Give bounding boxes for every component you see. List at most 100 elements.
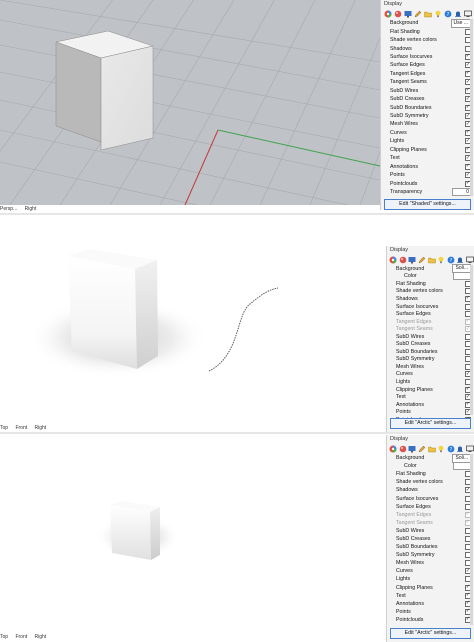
display-option-row: Shade vertex colors bbox=[390, 36, 474, 44]
arctic-viewport-small[interactable] bbox=[0, 435, 386, 633]
display-option-row: Flat Shading bbox=[390, 27, 474, 35]
monitor-icon[interactable] bbox=[465, 444, 474, 453]
edit-display-mode-button[interactable]: Edit "Shaded" settings... bbox=[384, 199, 471, 210]
color-swatch[interactable] bbox=[453, 462, 471, 471]
option-label: Shadows bbox=[390, 45, 412, 52]
display-option-row: Surface Edges bbox=[396, 503, 474, 511]
display-option-row: Surface Edges ✓ bbox=[390, 61, 474, 69]
edit-display-mode-button[interactable]: Edit "Arctic" settings... bbox=[390, 418, 471, 429]
display-option-row: Flat Shading bbox=[396, 470, 474, 478]
option-label: Clipping Planes bbox=[390, 146, 427, 153]
option-label: Transparency bbox=[390, 188, 423, 195]
tab-top[interactable]: Top bbox=[0, 425, 8, 431]
background-select[interactable]: Use ... bbox=[450, 18, 471, 28]
tab-top[interactable]: Top bbox=[0, 634, 8, 640]
tab-front[interactable]: Front bbox=[15, 425, 27, 431]
display-icon[interactable] bbox=[408, 444, 417, 453]
arctic-scene bbox=[28, 249, 279, 378]
edit-icon[interactable] bbox=[418, 255, 427, 264]
viewport-tabs: Top Front Right bbox=[0, 634, 52, 640]
option-label: Tangent Edges bbox=[390, 70, 426, 77]
material-icon[interactable] bbox=[399, 255, 408, 264]
display-panel: Display? Background Use ... Flat Shading Sha… bbox=[380, 0, 474, 210]
option-label: SubD Boundaries bbox=[396, 348, 438, 355]
display-options-list: Background Soli... Color Flat Shading Shade … bbox=[387, 453, 474, 624]
tab-right[interactable]: Right bbox=[35, 425, 47, 431]
edit-icon[interactable] bbox=[418, 444, 427, 453]
option-label: Mesh Wires bbox=[390, 121, 418, 128]
tab-front[interactable]: Front bbox=[15, 634, 27, 640]
bulb-icon[interactable] bbox=[437, 444, 446, 453]
arctic-box-object[interactable] bbox=[68, 249, 158, 369]
display-option-row: Points ✓ bbox=[396, 608, 474, 616]
arctic-viewport[interactable] bbox=[0, 246, 386, 424]
option-label: Background bbox=[396, 455, 425, 462]
bulb-icon[interactable] bbox=[437, 255, 446, 264]
display-option-row: SubD Symmetry ✓ bbox=[390, 112, 474, 120]
display-option-row: Background Soli... bbox=[396, 453, 474, 463]
arctic-small-box-object[interactable] bbox=[110, 501, 160, 560]
bell-icon[interactable] bbox=[456, 444, 465, 453]
display-option-row: SubD Symmetry bbox=[396, 551, 474, 559]
panel-scrollbar[interactable] bbox=[470, 19, 473, 196]
display-icon[interactable] bbox=[403, 9, 412, 18]
help-icon[interactable]: ? bbox=[446, 444, 455, 453]
option-label: Shade vertex colors bbox=[396, 479, 443, 486]
box-object[interactable] bbox=[55, 30, 154, 151]
display-icon[interactable] bbox=[408, 255, 417, 264]
bell-icon[interactable] bbox=[453, 9, 462, 18]
perspective-viewport[interactable] bbox=[0, 0, 380, 205]
display-option-row: Surface Isocurves bbox=[396, 494, 474, 502]
panel-scrollbar[interactable] bbox=[470, 265, 473, 415]
tab-right[interactable]: Right bbox=[25, 206, 37, 212]
bulb-icon[interactable] bbox=[433, 9, 442, 18]
display-option-row: Color bbox=[396, 272, 474, 281]
option-label: Shade vertex colors bbox=[390, 37, 437, 44]
panel-scrollbar[interactable] bbox=[470, 454, 473, 625]
arctic-small-scene bbox=[96, 501, 180, 560]
help-icon[interactable]: ? bbox=[446, 255, 455, 264]
bell-icon[interactable] bbox=[456, 255, 465, 264]
panel-title: Display bbox=[384, 1, 403, 7]
option-label: Surface Edges bbox=[396, 311, 431, 318]
display-option-row: Pointclouds✓ bbox=[396, 616, 474, 624]
display-option-row: Clipping Planes ✓ bbox=[396, 386, 474, 394]
option-label: Text bbox=[396, 394, 406, 401]
option-label: Background bbox=[390, 20, 419, 27]
display-option-row: Transparency 0 bbox=[390, 187, 474, 196]
option-label: Tangent Seams bbox=[396, 326, 433, 333]
help-icon[interactable]: ? bbox=[443, 9, 452, 18]
material-icon[interactable] bbox=[399, 444, 408, 453]
display-option-row: Shade vertex colors bbox=[396, 478, 474, 486]
color-wheel-icon[interactable] bbox=[383, 9, 392, 18]
option-label: Flat Shading bbox=[396, 471, 426, 478]
material-icon[interactable] bbox=[393, 9, 402, 18]
option-label: Points bbox=[390, 172, 405, 179]
edit-icon[interactable] bbox=[413, 9, 422, 18]
display-option-row: Curves ✓ bbox=[396, 567, 474, 575]
display-option-row: Lights ✓ bbox=[390, 137, 474, 145]
option-label: Shadows bbox=[396, 295, 418, 302]
color-wheel-icon[interactable] bbox=[389, 444, 398, 453]
option-label: Pointclouds bbox=[390, 180, 418, 187]
monitor-icon[interactable] bbox=[463, 9, 472, 18]
option-label: Tangent Edges bbox=[396, 511, 432, 518]
option-label: Annotations bbox=[396, 600, 424, 607]
display-option-row: Annotations ✓ bbox=[396, 401, 474, 409]
display-option-row: Shadows ✓ bbox=[396, 295, 474, 303]
display-option-row: Shadows bbox=[390, 44, 474, 52]
color-wheel-icon[interactable] bbox=[389, 255, 398, 264]
tab-right[interactable]: Right bbox=[35, 634, 47, 640]
edit-display-mode-button[interactable]: Edit "Arctic" settings... bbox=[390, 628, 471, 639]
curve-object[interactable] bbox=[208, 287, 279, 372]
transparency-input[interactable]: 0 bbox=[452, 187, 471, 196]
option-label: Annotations bbox=[396, 401, 424, 408]
folder-icon[interactable] bbox=[427, 255, 436, 264]
tab-perspective[interactable]: Persp... bbox=[0, 206, 17, 212]
folder-icon[interactable] bbox=[423, 9, 432, 18]
display-option-row: SubD Wires ✓ bbox=[390, 87, 474, 95]
folder-icon[interactable] bbox=[427, 444, 436, 453]
display-option-row: SubD Symmetry bbox=[396, 356, 474, 364]
monitor-icon[interactable] bbox=[465, 255, 474, 264]
option-label: Color bbox=[404, 463, 417, 470]
